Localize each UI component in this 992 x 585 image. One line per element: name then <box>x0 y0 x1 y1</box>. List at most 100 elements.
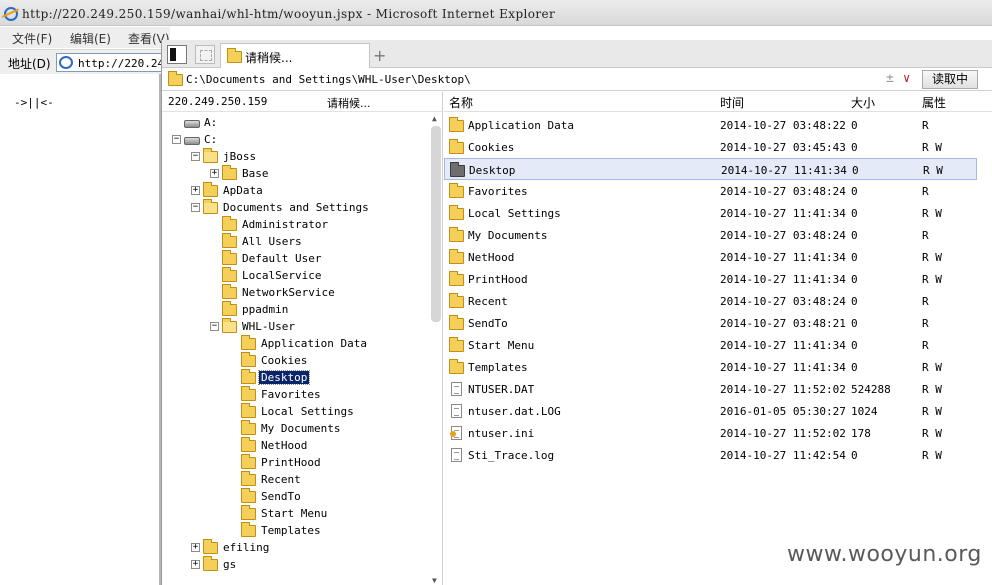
tree-item[interactable]: + efiling <box>162 539 430 557</box>
tree-item[interactable]: − Documents and Settings <box>162 199 430 217</box>
tree-item[interactable]: Favorites <box>162 386 430 404</box>
folder-icon <box>222 165 237 180</box>
file-row[interactable]: NetHood 2014-10-27 11:41:34 0 R W <box>444 246 977 268</box>
file-name: Sti_Trace.log <box>468 449 555 462</box>
column-time[interactable]: 时间 <box>720 94 744 112</box>
collapse-icon[interactable]: − <box>191 203 200 212</box>
file-row[interactable]: Templates 2014-10-27 11:41:34 0 R W <box>444 356 977 378</box>
menu-file[interactable]: 文件(F) <box>12 30 52 47</box>
collapse-icon[interactable]: − <box>210 322 219 331</box>
tree-item[interactable]: + Base <box>162 165 430 183</box>
tree-item[interactable]: Recent <box>162 471 430 489</box>
menu-edit[interactable]: 编辑(E) <box>70 30 111 47</box>
file-row[interactable]: PrintHood 2014-10-27 11:41:34 0 R W <box>444 268 977 290</box>
tree-item[interactable]: Default User <box>162 250 430 268</box>
tree-scrollbar[interactable]: ▲ ▼ <box>430 114 442 585</box>
tree-item[interactable]: LocalService <box>162 267 430 285</box>
file-size: 0 <box>851 251 858 264</box>
file-time: 2014-10-27 03:48:24 <box>720 295 846 308</box>
folder-icon <box>222 267 237 282</box>
tree-item-label: jBoss <box>223 150 257 163</box>
file-manager-panel: 请稍候... + C:\Documents and Settings\WHL-U… <box>161 40 992 585</box>
tree-item[interactable]: + gs <box>162 556 430 574</box>
file-row[interactable]: NTUSER.DAT 2014-10-27 11:52:02 524288 R W <box>444 378 977 400</box>
file-row[interactable]: ntuser.dat.LOG 2016-01-05 05:30:27 1024 R W <box>444 400 977 422</box>
file-row[interactable]: Desktop 2014-10-27 11:41:34 0 R W <box>444 158 977 180</box>
tree-item[interactable]: PrintHood <box>162 454 430 472</box>
address-label: 地址(D) <box>8 57 51 71</box>
tree-item-label: Recent <box>261 473 301 486</box>
tree-item[interactable]: NetHood <box>162 437 430 455</box>
ie-address-bar: 地址(D) http://220.249.250.159/wanhai/whl-… <box>0 49 403 74</box>
dock-panel-icon[interactable] <box>167 45 187 64</box>
file-size: 0 <box>851 339 858 352</box>
scroll-up-icon[interactable]: ▲ <box>432 114 437 123</box>
file-row[interactable]: Sti_Trace.log 2014-10-27 11:42:54 0 R W <box>444 444 977 466</box>
file-row[interactable]: My Documents 2014-10-27 03:48:24 0 R <box>444 224 977 246</box>
tree-item[interactable]: A: <box>162 115 430 132</box>
tree-item[interactable]: − C: <box>162 132 430 149</box>
tree-item-label: C: <box>204 133 218 146</box>
file-row[interactable]: ntuser.ini 2014-10-27 11:52:02 178 R W <box>444 422 977 444</box>
file-size: 0 <box>851 229 858 242</box>
tree-item[interactable]: Local Settings <box>162 403 430 421</box>
tree-item[interactable]: ppadmin <box>162 301 430 319</box>
file-row[interactable]: Cookies 2014-10-27 03:45:43 0 R W <box>444 136 977 158</box>
chevron-down-icon[interactable]: ∨ <box>903 71 910 85</box>
tree-item[interactable]: NetworkService <box>162 284 430 302</box>
column-size[interactable]: 大小 <box>851 94 875 112</box>
file-row[interactable]: Start Menu 2014-10-27 11:41:34 0 R <box>444 334 977 356</box>
grid-view-icon[interactable] <box>195 45 215 64</box>
tree-item[interactable]: Administrator <box>162 216 430 234</box>
column-name[interactable]: 名称 <box>449 94 473 112</box>
tree-item-label: efiling <box>223 541 270 554</box>
folder-icon <box>241 488 256 503</box>
tree-item[interactable]: Start Menu <box>162 505 430 523</box>
folder-icon <box>449 205 464 220</box>
collapse-icon[interactable]: − <box>191 152 200 161</box>
tree-item[interactable]: All Users <box>162 233 430 251</box>
tree-item[interactable]: Templates <box>162 522 430 540</box>
tree-item[interactable]: − jBoss <box>162 148 430 166</box>
path-input[interactable]: C:\Documents and Settings\WHL-User\Deskt… <box>186 73 471 86</box>
tree-host: 220.249.250.159 <box>168 95 268 108</box>
tree-item[interactable]: Cookies <box>162 352 430 370</box>
file-time: 2014-10-27 03:48:24 <box>720 185 846 198</box>
scrollbar-thumb[interactable] <box>431 126 441 322</box>
tree-item[interactable]: My Documents <box>162 420 430 438</box>
read-button[interactable]: 读取中 <box>922 70 978 89</box>
file-attr: R W <box>922 427 942 440</box>
tree-item[interactable]: SendTo <box>162 488 430 506</box>
file-row[interactable]: Application Data 2014-10-27 03:48:22 0 R <box>444 114 977 136</box>
file-row[interactable]: Recent 2014-10-27 03:48:24 0 R <box>444 290 977 312</box>
tree-item[interactable]: + ApData <box>162 182 430 200</box>
tree-item[interactable]: − WHL-User <box>162 318 430 336</box>
sort-icon[interactable]: ± <box>886 71 894 86</box>
expand-icon[interactable]: + <box>210 169 219 178</box>
file-time: 2014-10-27 03:48:24 <box>720 229 846 242</box>
folder-icon <box>449 337 464 352</box>
expand-icon[interactable]: + <box>191 543 200 552</box>
file-row[interactable]: SendTo 2014-10-27 03:48:21 0 R <box>444 312 977 334</box>
add-tab-button[interactable]: + <box>373 46 386 65</box>
file-attr: R W <box>922 251 942 264</box>
expand-icon[interactable]: + <box>191 186 200 195</box>
expand-icon[interactable]: + <box>191 560 200 569</box>
tab-loading[interactable]: 请稍候... <box>220 43 370 68</box>
file-size: 0 <box>851 449 858 462</box>
tree-item-label: LocalService <box>242 269 322 282</box>
scroll-down-icon[interactable]: ▼ <box>432 576 437 585</box>
file-row[interactable]: Favorites 2014-10-27 03:48:24 0 R <box>444 180 977 202</box>
tree-item[interactable]: Application Data <box>162 335 430 353</box>
file-row[interactable]: Local Settings 2014-10-27 11:41:34 0 R W <box>444 202 977 224</box>
tree-item-label: Start Menu <box>261 507 328 520</box>
tree-item[interactable]: Desktop <box>162 369 430 387</box>
folder-icon <box>449 315 464 330</box>
collapse-icon[interactable]: − <box>172 135 181 144</box>
column-attr[interactable]: 属性 <box>922 94 946 112</box>
folder-icon <box>241 335 256 350</box>
page-body-text: ->||<- <box>14 96 54 109</box>
tab-bar: 请稍候... + <box>162 40 992 68</box>
folder-icon <box>449 271 464 286</box>
tree-item-label: ApData <box>223 184 263 197</box>
